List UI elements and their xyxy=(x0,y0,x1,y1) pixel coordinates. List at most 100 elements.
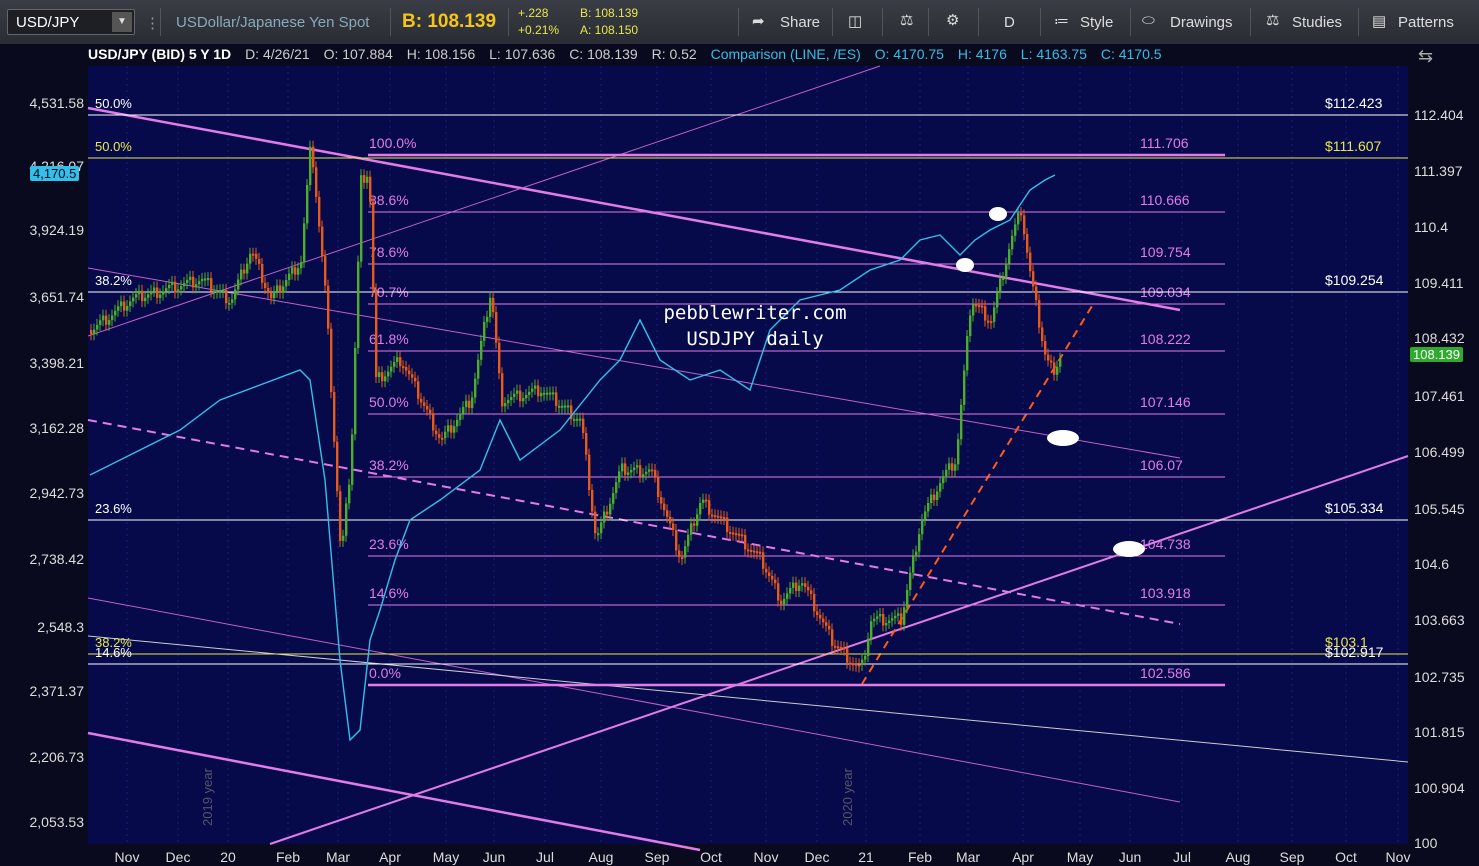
comparison-label[interactable]: Comparison (LINE, /ES) xyxy=(711,46,861,62)
price-chart[interactable]: 100.0% 111.706 88.6% 110.666 78.6% 109.754 70.… xyxy=(0,44,1479,866)
candle-body xyxy=(945,469,948,477)
drawings-icon[interactable]: ⬭ xyxy=(1142,12,1155,29)
candle-body xyxy=(438,434,441,438)
candle-body xyxy=(393,362,396,367)
candle-body xyxy=(180,286,183,290)
candle-body xyxy=(840,647,843,649)
candle-body xyxy=(879,614,882,617)
candle-body xyxy=(510,396,513,401)
candle-body xyxy=(843,647,846,650)
candle-body xyxy=(408,370,411,375)
left-axis-label: 3,924.19 xyxy=(30,222,85,238)
candle-body xyxy=(405,367,408,371)
style-icon[interactable]: ≔ xyxy=(1054,12,1069,30)
candle-body xyxy=(690,523,693,535)
candle-body xyxy=(993,307,996,322)
candle-body xyxy=(429,409,432,414)
divider xyxy=(978,8,979,36)
candle-body xyxy=(243,269,246,274)
chart-header: USD/JPY (BID) 5 Y 1D D: 4/26/21 O: 107.8… xyxy=(88,46,1172,66)
candle-body xyxy=(264,282,267,288)
symbol-selector[interactable]: USD/JPY ▼ xyxy=(7,9,135,35)
candle-body xyxy=(744,535,747,550)
candle-body xyxy=(1053,362,1056,375)
candle-body xyxy=(1020,213,1023,216)
gear-icon[interactable]: ⚙ xyxy=(946,11,959,29)
candle-body xyxy=(315,167,318,197)
x-axis-label: Nov xyxy=(754,849,779,865)
patterns-icon[interactable]: ▤ xyxy=(1372,12,1386,30)
candle-body xyxy=(1008,249,1011,264)
studies-button[interactable]: Studies xyxy=(1292,14,1342,31)
studies-icon[interactable]: ⚖ xyxy=(1266,11,1279,29)
candle-body xyxy=(627,472,630,475)
candle-body xyxy=(876,616,879,619)
candle-body xyxy=(852,663,855,666)
drawings-button[interactable]: Drawings xyxy=(1170,14,1233,31)
chart-title: USD/JPY (BID) 5 Y 1D xyxy=(88,46,232,62)
candle-body xyxy=(1011,235,1014,250)
comparison-close: C: 4170.5 xyxy=(1100,46,1162,62)
candle-body xyxy=(1050,360,1053,363)
flask-icon[interactable]: ⚖ xyxy=(900,11,913,29)
collapse-icon[interactable]: ⇆ xyxy=(1418,46,1433,67)
fib-outer-pct: 23.6% xyxy=(95,501,132,516)
fib-outer-price: $111.607 xyxy=(1325,138,1382,154)
fib-price-label: 111.706 xyxy=(1140,135,1189,151)
fib-pct-label: 61.8% xyxy=(369,331,409,347)
share-icon[interactable]: ➦ xyxy=(752,12,765,30)
candle-body xyxy=(486,316,489,322)
candle-body xyxy=(195,284,198,288)
x-axis-label: Jun xyxy=(483,849,506,865)
link-icon[interactable]: ⋮ xyxy=(145,14,160,32)
fib-outer-price: $102.917 xyxy=(1325,644,1384,660)
candle-body xyxy=(702,499,705,503)
fib-pct-label: 0.0% xyxy=(369,665,401,681)
right-axis-label: 106.499 xyxy=(1414,444,1465,460)
candle-body xyxy=(888,620,891,623)
candle-body xyxy=(138,290,141,295)
fib-outer-pct: 50.0% xyxy=(95,139,132,154)
candle-body xyxy=(984,306,987,321)
candle-body xyxy=(786,593,789,599)
candle-body xyxy=(795,582,798,591)
chart-canvas[interactable]: 100.0% 111.70688.6% 110.66678.6% 109.75470.… xyxy=(0,44,1479,866)
header-low: L: 107.636 xyxy=(489,46,556,62)
fib-outer-price: $112.423 xyxy=(1325,95,1383,111)
right-axis-label: 112.404 xyxy=(1414,107,1464,123)
candle-body xyxy=(543,392,546,395)
candle-body xyxy=(123,301,126,311)
candle-body xyxy=(558,405,561,408)
candle-body xyxy=(321,226,324,257)
right-axis-label: 107.461 xyxy=(1414,388,1465,404)
ask-small: A: 108.150 xyxy=(580,23,639,37)
candle-body xyxy=(636,465,639,468)
candle-body xyxy=(495,312,498,343)
timeframe-button[interactable]: D xyxy=(1004,14,1015,31)
candle-body xyxy=(282,286,285,293)
candle-body xyxy=(987,320,990,323)
x-axis-label: Oct xyxy=(1335,849,1357,865)
candle-body xyxy=(978,305,981,307)
candle-body xyxy=(354,348,357,435)
snapshot-icon[interactable]: ◫ xyxy=(848,12,862,30)
candle-body xyxy=(411,374,414,378)
candle-body xyxy=(291,267,294,274)
candle-body xyxy=(441,437,444,440)
candle-body xyxy=(633,467,636,470)
candle-body xyxy=(378,372,381,377)
chevron-down-icon[interactable]: ▼ xyxy=(112,12,132,32)
candle-body xyxy=(93,329,96,335)
share-button[interactable]: Share xyxy=(780,14,820,31)
candle-body xyxy=(369,176,372,202)
candle-body xyxy=(612,493,615,504)
patterns-button[interactable]: Patterns xyxy=(1398,14,1454,31)
price-change: +.228 xyxy=(518,6,549,20)
candle-body xyxy=(660,497,663,504)
right-axis-label: 101.815 xyxy=(1414,724,1465,740)
left-axis-label: 3,398.21 xyxy=(30,355,85,371)
candle-body xyxy=(933,494,936,500)
candle-body xyxy=(810,590,813,594)
style-button[interactable]: Style xyxy=(1080,14,1113,31)
candle-body xyxy=(1014,224,1017,236)
